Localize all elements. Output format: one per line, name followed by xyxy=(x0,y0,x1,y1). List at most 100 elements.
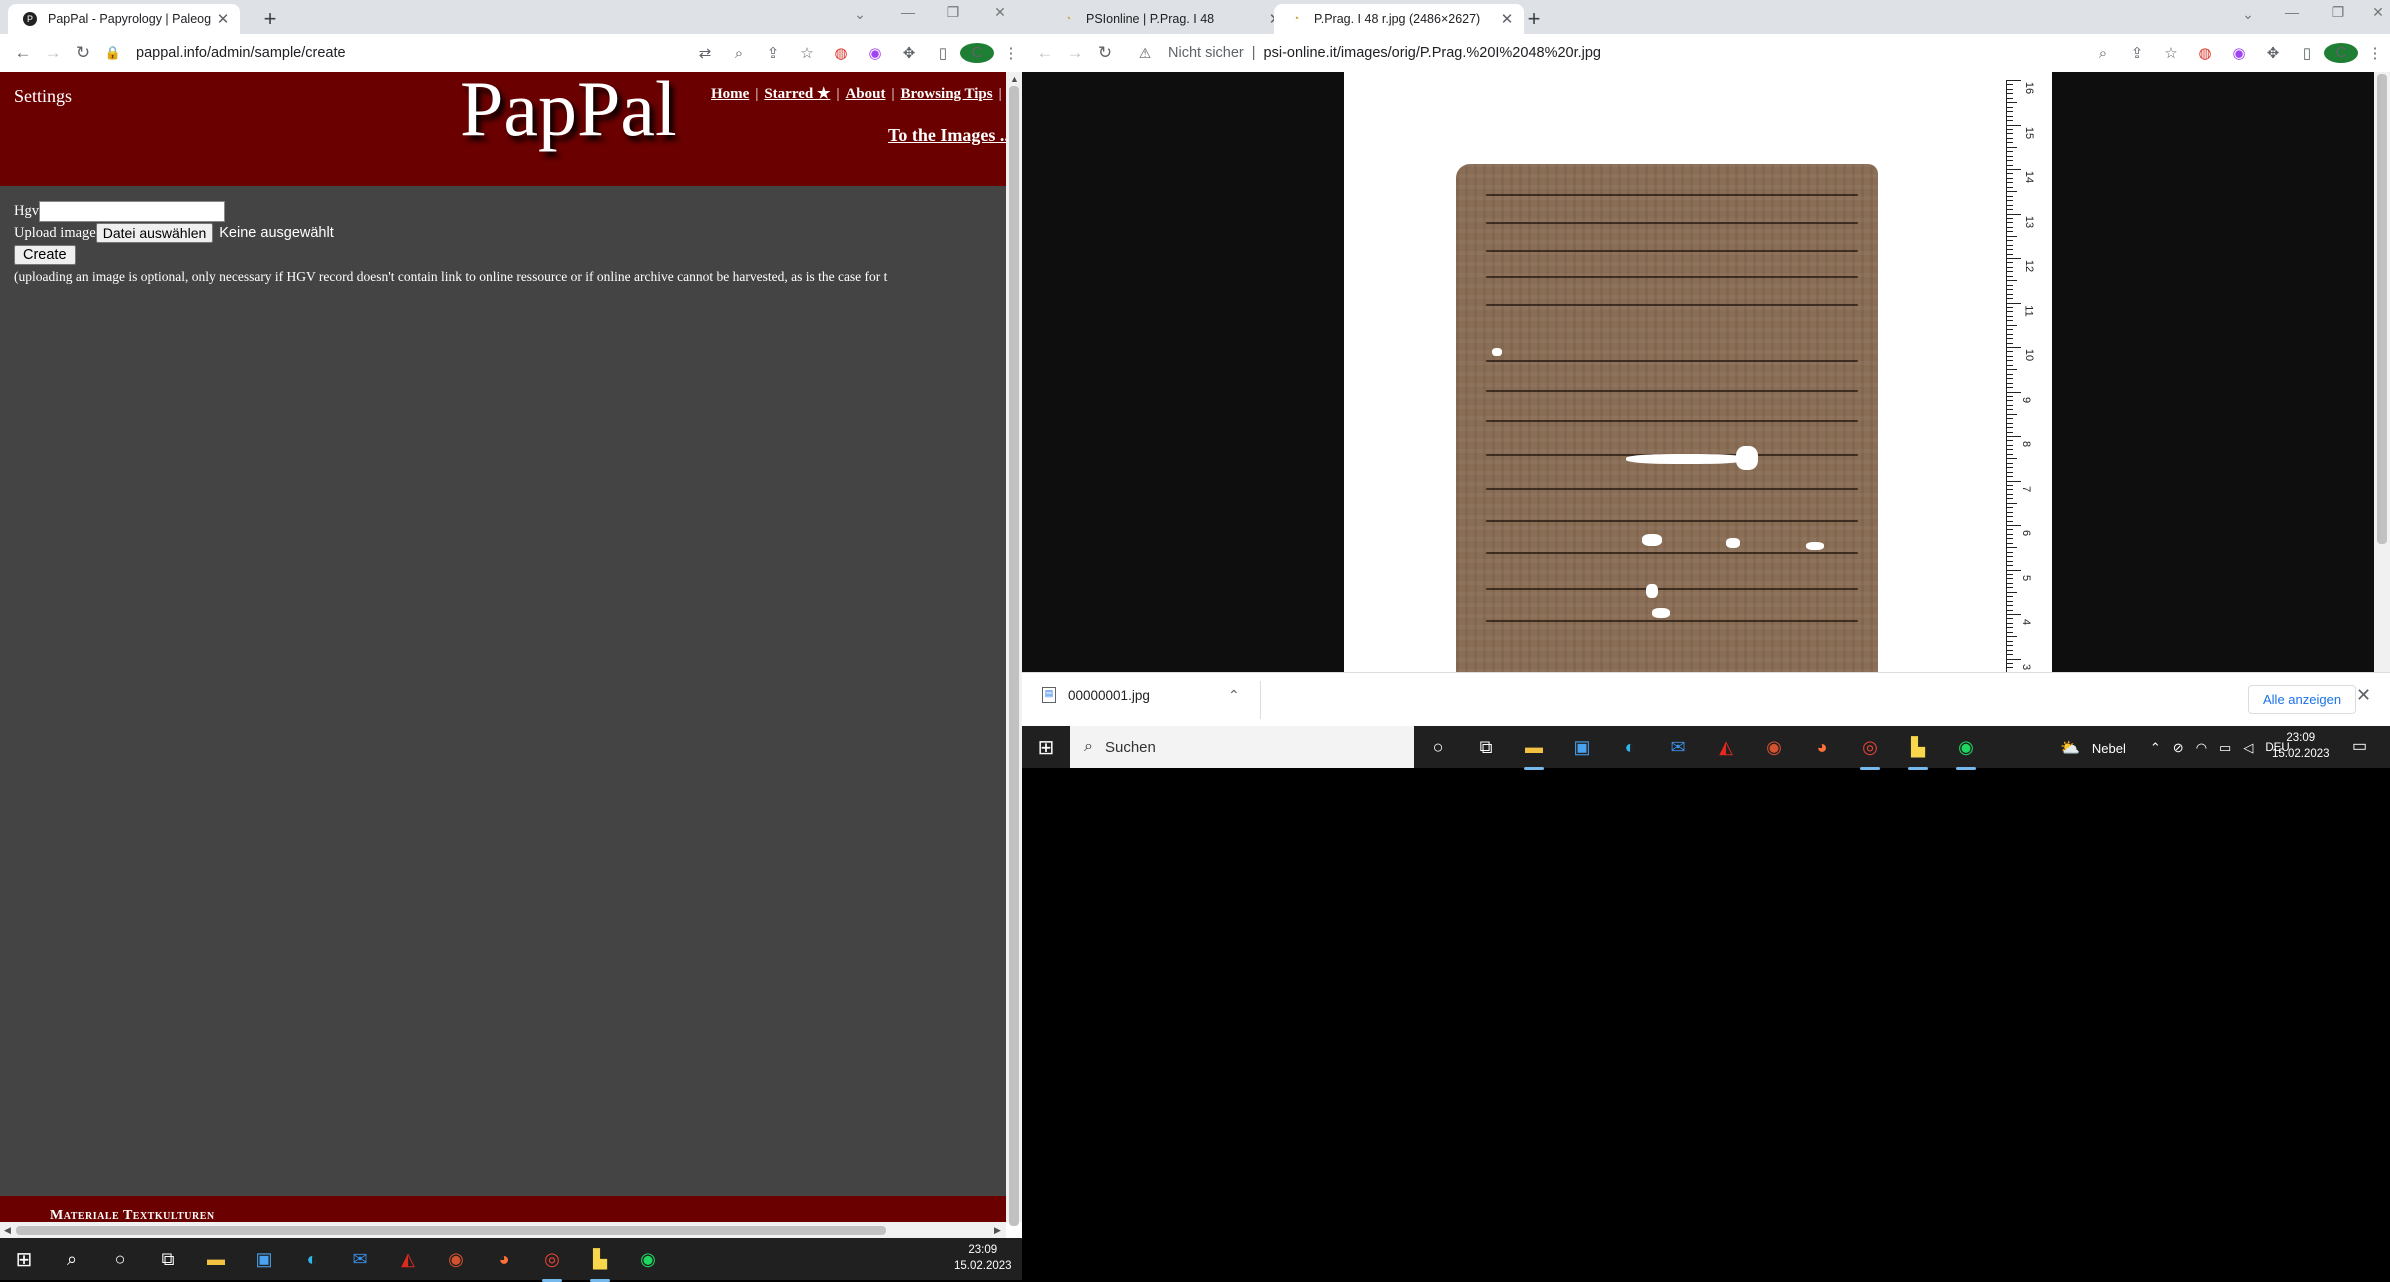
left-vscroll-thumb[interactable] xyxy=(1009,86,1019,1226)
firefox-icon[interactable]: ◕ xyxy=(480,1249,528,1270)
cortana-icon[interactable]: ○ xyxy=(96,1249,144,1270)
restore-icon[interactable]: ❐ xyxy=(935,4,971,21)
show-all-downloads-button[interactable]: Alle anzeigen xyxy=(2248,685,2356,714)
sidepanel-icon[interactable]: ▯ xyxy=(2290,44,2324,62)
nav-about[interactable]: About xyxy=(845,86,885,102)
restore-icon[interactable]: ❐ xyxy=(2320,4,2356,21)
weather-label[interactable]: Nebel xyxy=(2092,741,2126,756)
chevron-up-icon[interactable]: ⌃ xyxy=(1228,687,1240,704)
tab-search-icon[interactable]: ⌄ xyxy=(842,6,878,23)
taskview-icon[interactable]: ⧉ xyxy=(1462,737,1510,758)
store-icon[interactable]: ▣ xyxy=(1558,737,1606,758)
menu-kebab-icon[interactable]: ⋮ xyxy=(2358,44,2390,62)
acrobat-icon[interactable]: ◭ xyxy=(1702,737,1750,758)
reload-icon[interactable]: ↻ xyxy=(68,43,98,63)
close-tab-icon[interactable]: ✕ xyxy=(212,10,234,28)
store-icon[interactable]: ▣ xyxy=(240,1249,288,1270)
wifi-icon[interactable]: ◠ xyxy=(2196,740,2207,756)
battery-icon[interactable]: ▭ xyxy=(2219,740,2231,756)
pappal-logo[interactable]: PapPal xyxy=(460,72,677,154)
close-download-bar-icon[interactable]: ✕ xyxy=(2356,685,2371,706)
sticky-folder-icon[interactable]: ▙ xyxy=(576,1249,624,1270)
extensions-puzzle-icon[interactable]: ✥ xyxy=(2256,44,2290,62)
extension-purple-icon[interactable]: ◉ xyxy=(2222,44,2256,62)
scroll-right-icon[interactable]: ▶ xyxy=(994,1225,1001,1236)
menu-kebab-icon[interactable]: ⋮ xyxy=(994,44,1022,62)
to-the-images-link[interactable]: To the Images ... xyxy=(888,125,1006,146)
weather-icon[interactable]: ⛅ xyxy=(2060,738,2080,758)
spotify-icon[interactable]: ◉ xyxy=(1942,737,1990,758)
chrome-icon[interactable]: ◎ xyxy=(528,1249,576,1270)
mail-icon[interactable]: ✉ xyxy=(1654,737,1702,758)
close-tab-icon[interactable]: ✕ xyxy=(1496,10,1518,28)
new-tab-icon[interactable]: + xyxy=(1520,6,1548,32)
nav-browsing-tips[interactable]: Browsing Tips xyxy=(900,86,992,102)
create-button[interactable]: Create xyxy=(14,245,76,265)
warning-icon[interactable]: ⚠ xyxy=(1130,45,1160,62)
new-tab-icon[interactable]: + xyxy=(256,6,284,32)
forward-icon[interactable]: → xyxy=(1060,43,1090,63)
bookmark-star-icon[interactable]: ☆ xyxy=(790,44,824,62)
tab-pappal[interactable]: P PapPal - Papyrology | Paleography ✕ xyxy=(8,4,240,34)
left-hscroll-thumb[interactable] xyxy=(16,1226,886,1235)
sticky-folder-icon[interactable]: ▙ xyxy=(1894,737,1942,758)
tab-psionline[interactable]: ◔ PSIonline | P.Prag. I 48 ✕ xyxy=(1046,4,1292,34)
mail-icon[interactable]: ✉ xyxy=(336,1249,384,1270)
scroll-up-icon[interactable]: ▲ xyxy=(1010,74,1019,84)
notification-icon[interactable]: ▭ xyxy=(2352,736,2367,756)
left-vertical-scrollbar[interactable]: ▲ xyxy=(1006,72,1022,1222)
lock-icon[interactable]: 🔒 xyxy=(98,45,128,61)
settings-link[interactable]: Settings xyxy=(14,86,72,107)
nav-starred[interactable]: Starred ★ xyxy=(764,86,830,102)
address-bar[interactable]: pappal.info/admin/sample/create xyxy=(136,45,346,61)
left-clock[interactable]: 23:09 15.02.2023 xyxy=(954,1242,1012,1274)
start-windows-icon[interactable]: ⊞ xyxy=(0,1247,48,1272)
right-clock[interactable]: 23:09 15.02.2023 xyxy=(2272,730,2330,762)
right-vscroll-thumb[interactable] xyxy=(2377,74,2387,544)
extension-red-icon[interactable]: ◍ xyxy=(2188,44,2222,62)
hgv-input[interactable] xyxy=(39,201,225,222)
zoom-icon[interactable]: ⌕ xyxy=(2086,45,2120,62)
nav-home[interactable]: Home xyxy=(711,86,749,102)
taskbar-search-box[interactable]: ⌕ Suchen xyxy=(1070,726,1414,768)
address-bar[interactable]: Nicht sicher|psi-online.it/images/orig/P… xyxy=(1168,45,1601,61)
close-window-icon[interactable]: ✕ xyxy=(2360,4,2390,21)
taskview-icon[interactable]: ⧉ xyxy=(144,1249,192,1270)
cortana-icon[interactable]: ○ xyxy=(1414,737,1462,758)
spotify-icon[interactable]: ◉ xyxy=(624,1249,672,1270)
tab-search-icon[interactable]: ⌄ xyxy=(2230,6,2266,23)
edge-icon[interactable]: ◐ xyxy=(288,1249,336,1270)
download-item[interactable]: ▤ 00000001.jpg xyxy=(1042,687,1150,703)
papyrus-image[interactable]: 161514131211109876543 xyxy=(1344,72,2052,672)
start-windows-icon[interactable]: ⊞ xyxy=(1022,735,1070,760)
extensions-puzzle-icon[interactable]: ✥ xyxy=(892,44,926,62)
network-off-icon[interactable]: ⊘ xyxy=(2173,740,2184,756)
profile-avatar[interactable]: C xyxy=(2324,43,2358,63)
share-icon[interactable]: ⇪ xyxy=(2120,44,2154,62)
profile-avatar[interactable]: C xyxy=(960,43,994,63)
file-explorer-icon[interactable]: ▬ xyxy=(1510,737,1558,758)
choose-file-button[interactable]: Datei auswählen xyxy=(96,223,214,243)
minimize-icon[interactable]: — xyxy=(890,4,926,20)
volume-icon[interactable]: ◁ xyxy=(2243,740,2253,756)
powerpoint-icon[interactable]: ◉ xyxy=(1750,737,1798,758)
right-vertical-scrollbar[interactable] xyxy=(2374,72,2390,672)
powerpoint-icon[interactable]: ◉ xyxy=(432,1249,480,1270)
bookmark-star-icon[interactable]: ☆ xyxy=(2154,44,2188,62)
tab-papyrus-image[interactable]: ◔ P.Prag. I 48 r.jpg (2486×2627) ✕ xyxy=(1274,4,1524,34)
search-icon[interactable]: ⌕ xyxy=(48,1249,96,1270)
file-explorer-icon[interactable]: ▬ xyxy=(192,1249,240,1270)
share-icon[interactable]: ⇪ xyxy=(756,44,790,62)
edge-icon[interactable]: ◐ xyxy=(1606,737,1654,758)
reload-icon[interactable]: ↻ xyxy=(1090,43,1120,63)
acrobat-icon[interactable]: ◭ xyxy=(384,1249,432,1270)
translate-icon[interactable]: ⇄ xyxy=(688,44,722,62)
back-icon[interactable]: ← xyxy=(8,43,38,63)
sidepanel-icon[interactable]: ▯ xyxy=(926,44,960,62)
extension-red-icon[interactable]: ◍ xyxy=(824,44,858,62)
scroll-left-icon[interactable]: ◀ xyxy=(4,1225,11,1236)
back-icon[interactable]: ← xyxy=(1030,43,1060,63)
firefox-icon[interactable]: ◕ xyxy=(1798,737,1846,758)
chrome-icon[interactable]: ◎ xyxy=(1846,737,1894,758)
extension-purple-icon[interactable]: ◉ xyxy=(858,44,892,62)
